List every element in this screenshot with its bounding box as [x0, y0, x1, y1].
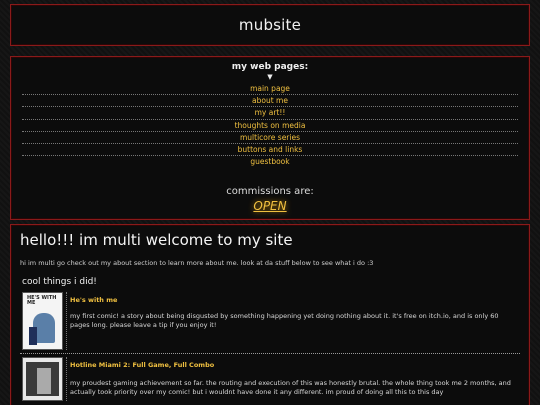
comic-cover-thumbnail[interactable]: HE'S WITH ME	[22, 292, 63, 350]
commissions-status-link[interactable]: OPEN	[11, 199, 529, 213]
nav-link-buttons-and-links[interactable]: buttons and links	[22, 144, 518, 157]
site-title: mubsite	[238, 16, 302, 34]
navigation-panel: my web pages: ▼ main page about me my ar…	[10, 56, 530, 220]
cool-things-heading: cool things i did!	[22, 277, 97, 287]
project-description: my first comic! a story about being disg…	[70, 312, 499, 329]
intro-text: hi im multi go check out my about sectio…	[20, 259, 374, 267]
game-screenshot-thumbnail[interactable]	[22, 357, 63, 401]
nav-link-guestbook[interactable]: guestbook	[22, 156, 518, 168]
comic-cover-title: HE'S WITH ME	[27, 295, 57, 306]
commissions-label: commissions are:	[226, 186, 314, 198]
nav-links: main page about me my art!! thoughts on …	[22, 83, 518, 168]
project-title-link[interactable]: He's with me	[70, 296, 520, 304]
site-header: mubsite	[10, 4, 530, 46]
nav-link-about-me[interactable]: about me	[22, 95, 518, 108]
project-title-link[interactable]: Hotline Miami 2: Full Game, Full Combo	[70, 361, 520, 369]
nav-link-multicore-series[interactable]: multicore series	[22, 132, 518, 144]
arrow-down-icon: ▼	[267, 73, 273, 81]
project-item: HE'S WITH ME He's with me my first comic…	[20, 292, 520, 350]
project-item: Hotline Miami 2: Full Game, Full Combo m…	[20, 353, 520, 401]
main-content: hello!!! im multi welcome to my site hi …	[10, 224, 530, 405]
nav-title: my web pages:	[231, 62, 309, 72]
nav-link-main-page[interactable]: main page	[22, 83, 518, 96]
nav-link-thoughts-on-media[interactable]: thoughts on media	[22, 120, 518, 132]
nav-link-my-art[interactable]: my art!!	[22, 107, 518, 120]
welcome-heading: hello!!! im multi welcome to my site	[20, 231, 293, 249]
project-description: my proudest gaming achievement so far. t…	[70, 379, 511, 396]
